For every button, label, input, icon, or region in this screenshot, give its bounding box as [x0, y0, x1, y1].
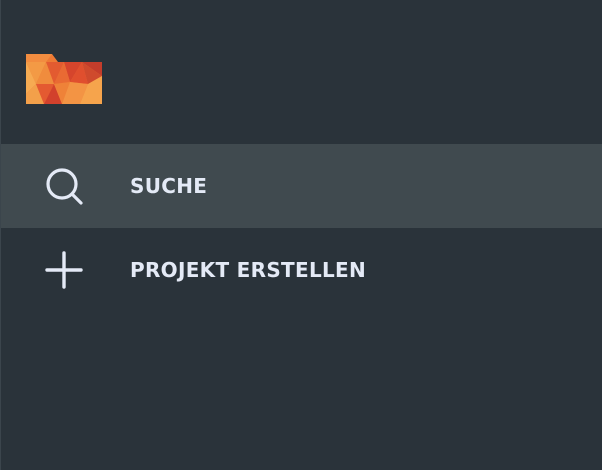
- folder-logo-icon[interactable]: [26, 54, 102, 104]
- sidebar-item-search[interactable]: SUCHE: [1, 144, 602, 228]
- sidebar-item-label: SUCHE: [130, 174, 208, 198]
- sidebar-item-create-project[interactable]: PROJEKT ERSTELLEN: [1, 228, 602, 312]
- search-icon: [44, 166, 84, 206]
- sidebar-item-label: PROJEKT ERSTELLEN: [130, 258, 367, 282]
- sidebar: SUCHE PROJEKT ERSTELLEN: [0, 0, 602, 470]
- plus-icon: [44, 250, 84, 290]
